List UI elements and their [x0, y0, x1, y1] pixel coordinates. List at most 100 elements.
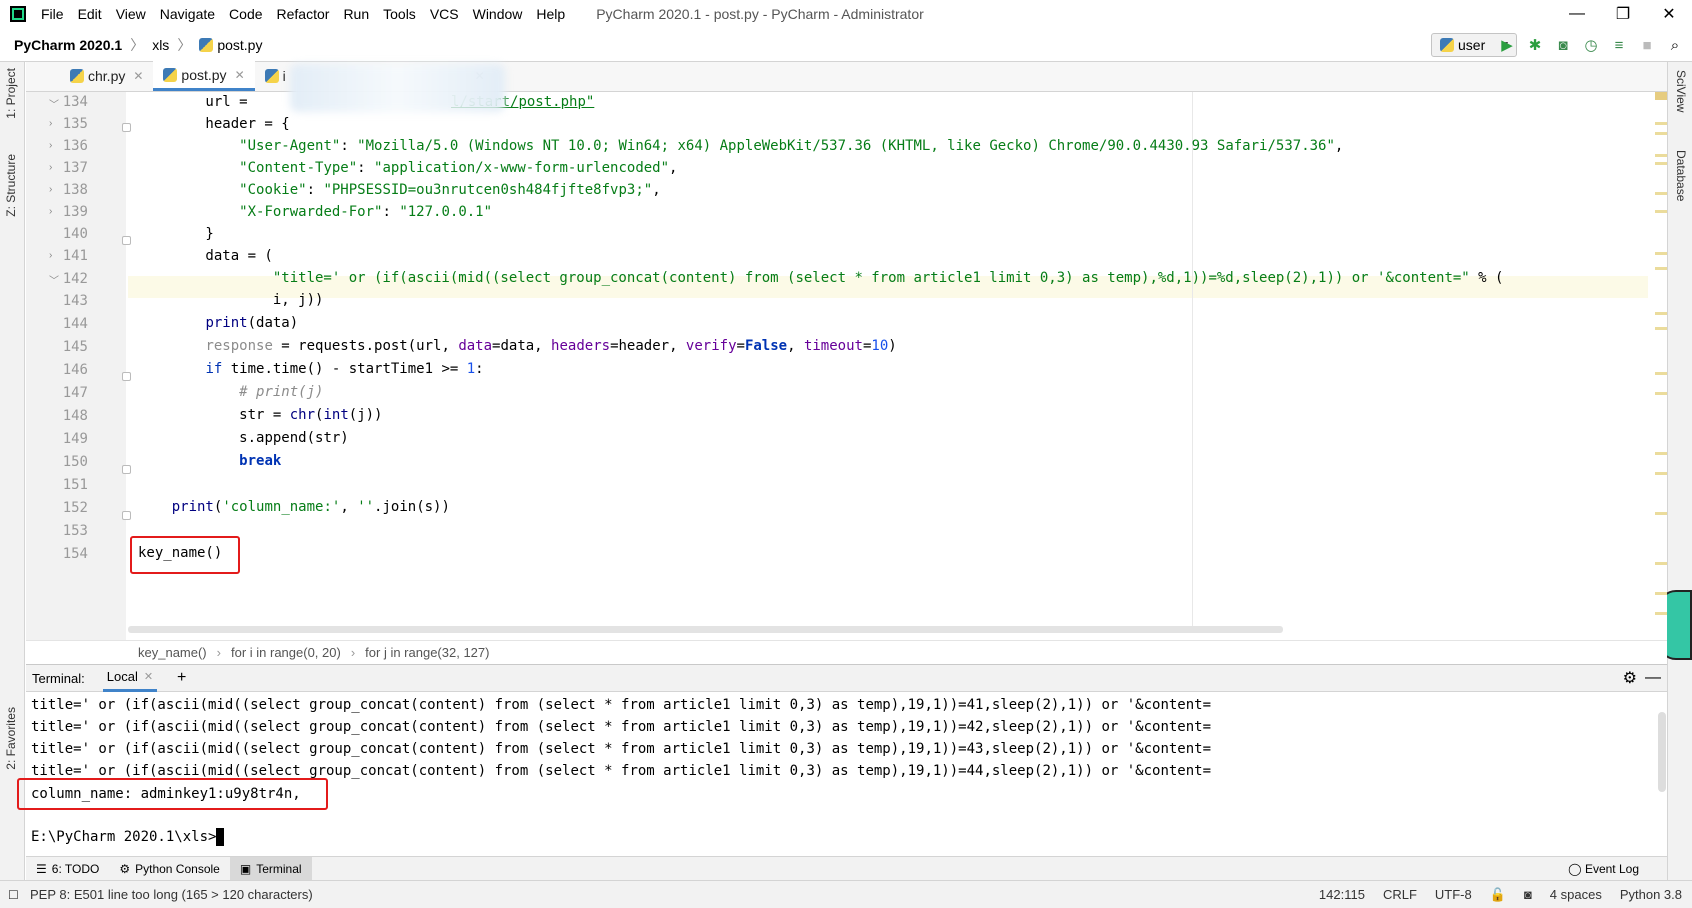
tab-post-py[interactable]: post.py ✕ — [153, 61, 255, 91]
nav-file[interactable]: post.py — [217, 37, 262, 53]
nav-project[interactable]: PyCharm 2020.1 — [14, 37, 122, 53]
fold-marker-icon[interactable] — [122, 465, 131, 474]
status-bar: ☐ PEP 8: E501 line too long (165 > 120 c… — [0, 880, 1692, 908]
title-bar: File Edit View Navigate Code Refactor Ru… — [0, 0, 1692, 28]
fold-chevron-icon[interactable]: › — [49, 140, 52, 151]
fold-chevron-icon[interactable]: › — [49, 250, 52, 261]
new-session-button[interactable]: + — [177, 669, 186, 687]
line-number: 136 — [62, 138, 88, 154]
stop-icon[interactable]: ■ — [1636, 33, 1658, 57]
breadcrumb-item[interactable]: key_name() — [138, 645, 207, 660]
fold-chevron-icon[interactable]: › — [49, 162, 52, 173]
indent-setting[interactable]: 4 spaces — [1550, 887, 1602, 903]
nav-folder[interactable]: xls — [152, 37, 169, 53]
event-log-tab[interactable]: ◯ Event Log — [1568, 862, 1639, 876]
sciview-tool-tab[interactable]: SciView — [1674, 70, 1688, 112]
window-title: PyCharm 2020.1 - post.py - PyCharm - Adm… — [596, 6, 924, 22]
menu-file[interactable]: File — [34, 6, 71, 22]
event-log-icon: ◯ — [1568, 861, 1582, 876]
concurrency-icon[interactable]: ≡ — [1608, 33, 1630, 57]
fold-marker-icon[interactable] — [122, 123, 131, 132]
code-line-135: header = { — [138, 116, 290, 132]
profile-icon[interactable]: ◷ — [1580, 33, 1602, 57]
code-line-144: print(data) — [205, 315, 299, 331]
python-file-icon — [199, 37, 214, 52]
file-encoding[interactable]: UTF-8 — [1435, 887, 1472, 903]
menu-vcs[interactable]: VCS — [423, 6, 466, 22]
close-icon[interactable]: ✕ — [144, 670, 153, 683]
python-file-icon — [264, 69, 279, 83]
navigation-bar: PyCharm 2020.1 〉 xls 〉 post.py user ▼ ▶ … — [0, 28, 1692, 62]
toggle-panels-icon[interactable]: ☐ — [8, 888, 19, 902]
tab-label: Terminal — [256, 861, 302, 876]
coverage-icon[interactable]: ◙ — [1552, 33, 1574, 57]
fold-chevron-icon[interactable]: ﹀ — [49, 96, 59, 111]
horizontal-scrollbar[interactable] — [128, 626, 1283, 633]
terminal-prompt[interactable]: E:\PyCharm 2020.1\xls> — [31, 828, 225, 846]
maximize-button[interactable]: ❐ — [1600, 0, 1646, 28]
menu-view[interactable]: View — [109, 6, 153, 22]
minimize-panel-icon[interactable]: — — [1645, 669, 1661, 687]
terminal-label: Terminal: — [32, 670, 85, 686]
fold-marker-icon[interactable] — [122, 511, 131, 520]
python-interpreter[interactable]: Python 3.8 — [1620, 887, 1682, 903]
database-tool-tab[interactable]: Database — [1674, 150, 1688, 201]
close-icon[interactable]: ✕ — [235, 68, 245, 82]
fold-chevron-icon[interactable]: › — [49, 118, 52, 129]
minimize-button[interactable]: — — [1554, 0, 1600, 28]
chevron-right-icon: 〉 — [177, 36, 192, 53]
fold-chevron-icon[interactable]: ﹀ — [49, 272, 59, 287]
fold-chevron-icon[interactable]: › — [49, 206, 52, 217]
code-line-152: print('column_name:', ''.join(s)) — [171, 499, 450, 515]
menu-tools[interactable]: Tools — [376, 6, 423, 22]
tab-chr-py[interactable]: chr.py ✕ — [60, 61, 153, 91]
caret-position[interactable]: 142:115 — [1319, 887, 1365, 903]
gear-icon[interactable]: ⚙ — [1623, 668, 1637, 688]
code-line-149: s.append(str) — [239, 430, 349, 446]
search-icon[interactable]: ⌕ — [1664, 33, 1686, 57]
inspector-icon[interactable]: ◙ — [1524, 887, 1532, 903]
menu-bar: File Edit View Navigate Code Refactor Ru… — [34, 6, 572, 22]
terminal-scrollbar[interactable] — [1658, 712, 1666, 792]
terminal-line: title=' or (if(ascii(mid((select group_c… — [31, 697, 1212, 713]
terminal-line: title=' or (if(ascii(mid((select group_c… — [31, 741, 1212, 757]
line-number: 151 — [62, 477, 88, 493]
code-line-147: # print(j) — [239, 384, 324, 400]
line-number: 139 — [62, 204, 88, 220]
python-console-tab[interactable]: ⚙ Python Console — [109, 857, 230, 881]
highlight-box-call — [130, 536, 240, 574]
todo-tab[interactable]: ☰ 6: TODO — [26, 857, 109, 881]
line-separator[interactable]: CRLF — [1383, 887, 1417, 903]
run-config-label: user — [1458, 37, 1486, 53]
favorites-tool-tab[interactable]: 2: Favorites — [4, 707, 18, 770]
fold-marker-icon[interactable] — [122, 372, 131, 381]
structure-tool-tab[interactable]: Z: Structure — [4, 154, 18, 217]
close-icon[interactable]: ✕ — [133, 69, 143, 83]
menu-code[interactable]: Code — [222, 6, 269, 22]
debug-icon[interactable]: ✱ — [1524, 33, 1546, 57]
menu-help[interactable]: Help — [529, 6, 572, 22]
bottom-tool-tabs: ☰ 6: TODO ⚙ Python Console ▣ Terminal ◯ Eve… — [26, 856, 1667, 881]
terminal-tab-local[interactable]: Local ✕ — [102, 664, 158, 692]
menu-refactor[interactable]: Refactor — [270, 6, 337, 22]
lock-icon[interactable]: 🔓 — [1490, 887, 1506, 903]
project-tool-tab[interactable]: 1: Project — [4, 68, 18, 119]
menu-window[interactable]: Window — [466, 6, 530, 22]
terminal-tab[interactable]: ▣ Terminal — [229, 856, 312, 881]
code-line-137: "Content-Type": "application/x-www-form-… — [239, 160, 678, 176]
fold-chevron-icon[interactable]: › — [49, 184, 52, 195]
tab-label: Local — [106, 669, 138, 684]
breadcrumb-item[interactable]: for i in range(0, 20) — [231, 645, 341, 660]
menu-edit[interactable]: Edit — [71, 6, 109, 22]
text-cursor — [216, 828, 225, 846]
menu-navigate[interactable]: Navigate — [153, 6, 222, 22]
python-file-icon — [70, 69, 84, 83]
menu-run[interactable]: Run — [336, 6, 376, 22]
code-line-138: "Cookie": "PHPSESSID=ou3nrutcen0sh484fjf… — [239, 182, 661, 198]
breadcrumb-item[interactable]: for j in range(32, 127) — [365, 645, 489, 660]
line-number: 147 — [62, 385, 88, 401]
fold-marker-icon[interactable] — [122, 236, 131, 245]
run-icon[interactable]: ▶ — [1496, 33, 1518, 57]
close-button[interactable]: ✕ — [1646, 0, 1692, 28]
tab-label: Event Log — [1584, 861, 1639, 876]
